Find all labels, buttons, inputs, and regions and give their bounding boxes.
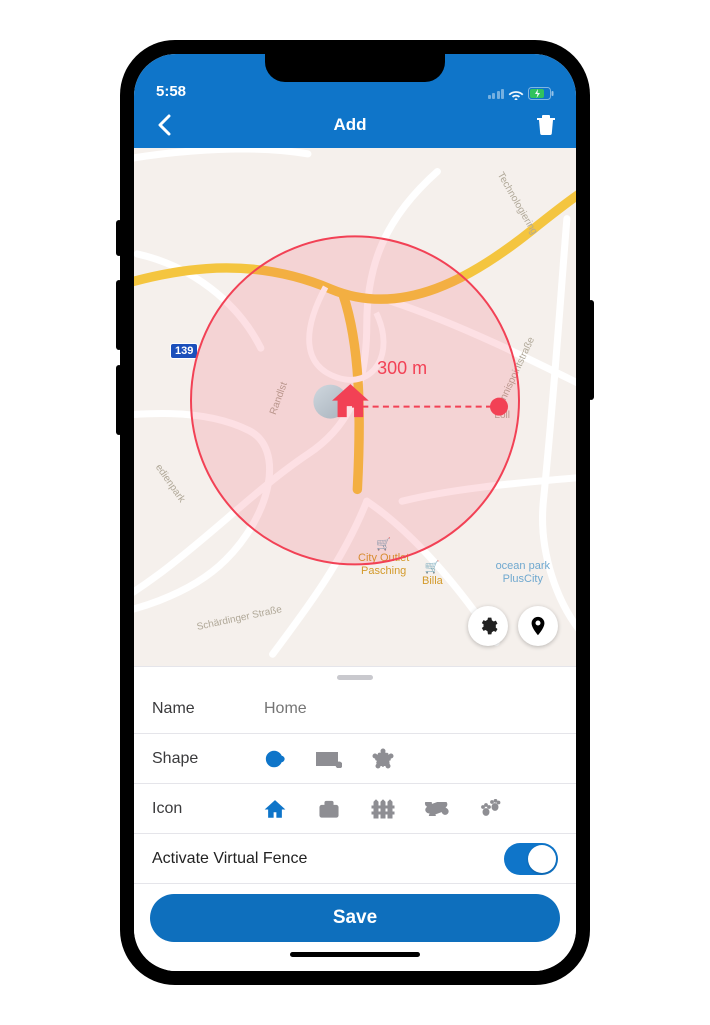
row-name: Name [134,684,576,734]
shape-options [262,746,396,772]
circle-icon [264,748,286,770]
highway-shield: 139 [170,343,198,359]
page-title: Add [170,115,530,135]
phone-frame: 5:58 Add [120,40,590,985]
icon-option-bone[interactable] [424,796,450,822]
row-shape: Shape [134,734,576,784]
status-time: 5:58 [156,83,186,100]
delete-button[interactable] [530,109,562,141]
phone-notch [265,54,445,82]
activate-label: Activate Virtual Fence [152,850,307,868]
save-button[interactable]: Save [150,894,560,942]
map-settings-button[interactable] [468,606,508,646]
name-input[interactable] [262,699,558,719]
battery-charging-icon [528,87,554,100]
polygon-icon [371,748,395,770]
home-icon [264,798,286,820]
chevron-left-icon [157,114,171,136]
shape-rectangle[interactable] [316,746,342,772]
radius-drag-dot[interactable] [490,398,508,416]
shape-polygon[interactable] [370,746,396,772]
phone-side-button [116,220,122,256]
form-sheet: Name Shape Icon [134,666,576,971]
home-indicator [290,952,420,957]
name-label: Name [152,700,262,718]
icon-options [262,796,504,822]
icon-option-briefcase[interactable] [316,796,342,822]
row-activate: Activate Virtual Fence [134,834,576,884]
shape-label: Shape [152,750,262,768]
briefcase-icon [318,799,340,819]
nav-bar: Add [134,102,576,148]
icon-option-fence[interactable] [370,796,396,822]
icon-option-home[interactable] [262,796,288,822]
paws-icon [480,799,502,819]
recenter-button[interactable] [518,606,558,646]
wifi-icon [508,88,524,100]
row-icon: Icon [134,784,576,834]
icon-option-paws[interactable] [478,796,504,822]
fence-icon [371,799,395,819]
status-icons [488,87,555,100]
screen: 5:58 Add [134,54,576,971]
sheet-drag-handle[interactable] [337,675,373,680]
map-view[interactable]: 139 Randlst Tennispointstraße Technologi… [134,148,576,666]
icon-label: Icon [152,800,262,818]
trash-icon [537,115,555,135]
activate-toggle[interactable] [504,843,558,875]
phone-side-button [116,280,122,350]
cellular-signal-icon [488,89,505,99]
rectangle-icon [316,750,342,768]
radius-handle[interactable] [352,398,508,416]
phone-side-button [588,300,594,400]
bone-icon [424,802,450,816]
map-poi: ocean park PlusCity [496,560,550,586]
shape-circle[interactable] [262,746,288,772]
map-poi: 🛒Billa [422,560,443,588]
phone-side-button [116,365,122,435]
radius-label: 300 m [377,358,427,379]
location-pin-icon [527,615,549,637]
gear-icon [478,616,498,636]
